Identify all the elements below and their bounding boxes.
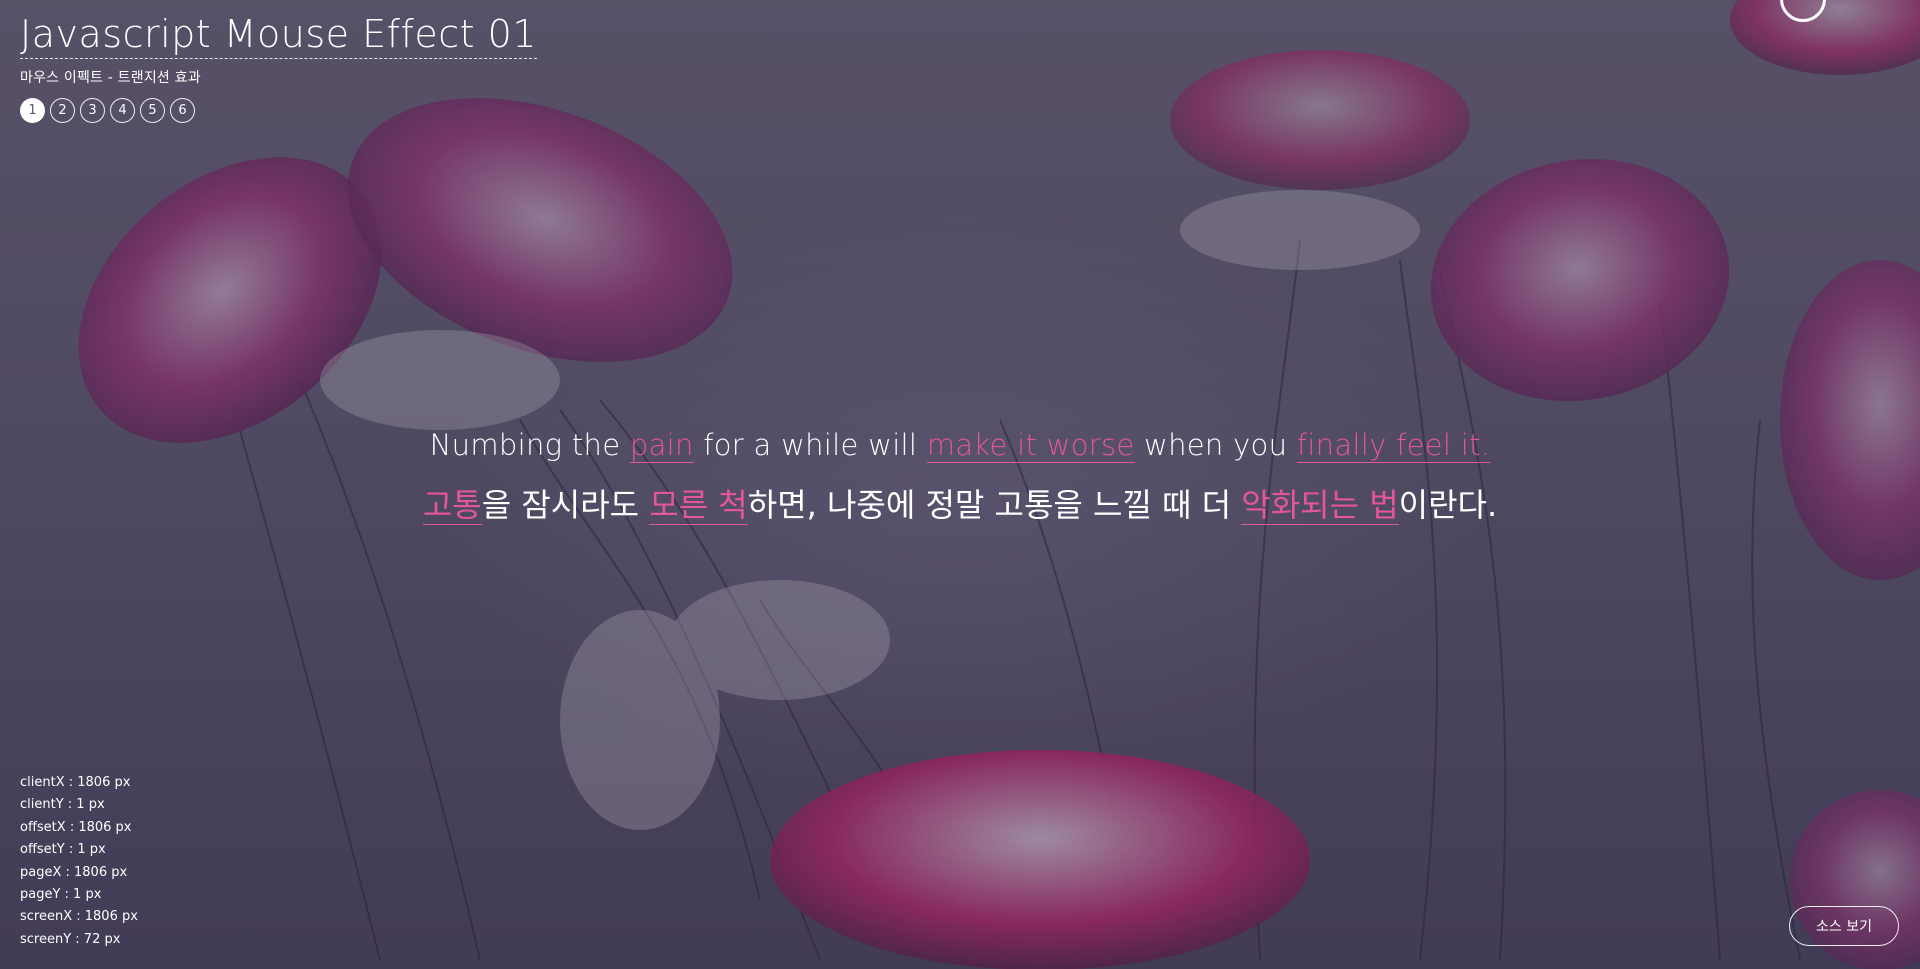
offset-y-readout: offsetY : 1 px [20,842,106,858]
client-y-readout: clientY : 1 px [20,797,105,813]
page-x-readout: pageX : 1806 px [20,864,128,880]
quote-en-highlight-pain[interactable]: pain [629,428,694,463]
page-title: Javascript Mouse Effect 01 [20,13,537,59]
page-button-2[interactable]: 2 [50,97,75,123]
quote-ko-highlight-worse[interactable]: 악화되는 법 [1241,486,1399,525]
screen-x-readout: screenX : 1806 px [20,909,138,925]
quote-en-text-1: Numbing the [429,428,630,462]
quote-ko-text-3: 이란다. [1398,486,1498,524]
quote-ko-highlight-pain[interactable]: 고통 [422,486,482,525]
view-source-button[interactable]: 소스 보기 [1789,906,1899,946]
page-button-4[interactable]: 4 [110,97,135,123]
page-subtitle: 마우스 이펙트 - 트랜지션 효과 [20,69,201,86]
page-y-readout: pageY : 1 px [20,887,102,903]
quote-en-highlight-worse[interactable]: make it worse [926,428,1135,463]
page-button-6[interactable]: 6 [170,97,195,123]
screen-y-readout: screenY : 72 px [20,931,121,947]
page-button-1[interactable]: 1 [20,97,45,123]
effect-pagination: 1 2 3 4 5 6 [20,97,537,123]
quote-en-text-2: for a while will [693,428,927,462]
quote: Numbing the pain for a while will make i… [0,428,1920,526]
quote-en-highlight-feel[interactable]: finally feel it. [1296,428,1491,463]
client-x-readout: clientX : 1806 px [20,775,131,790]
quote-ko-text-1: 을 잠시라도 [481,486,650,524]
page-button-3[interactable]: 3 [80,97,105,123]
offset-x-readout: offsetX : 1806 px [20,819,132,835]
mouse-info-panel: clientX : 1806 px clientY : 1 px offsetX… [20,772,138,951]
quote-english: Numbing the pain for a while will make i… [0,428,1920,463]
quote-korean: 고통을 잠시라도 모른 척하면, 나중에 정말 고통을 느낄 때 더 악화되는 … [0,480,1920,526]
quote-en-text-3: when you [1134,428,1297,462]
quote-ko-highlight-pretend[interactable]: 모른 척 [649,486,748,525]
quote-ko-text-2: 하면, 나중에 정말 고통을 느낄 때 더 [747,486,1242,524]
header: Javascript Mouse Effect 01 마우스 이펙트 - 트랜지… [20,13,537,123]
page-button-5[interactable]: 5 [140,97,165,123]
